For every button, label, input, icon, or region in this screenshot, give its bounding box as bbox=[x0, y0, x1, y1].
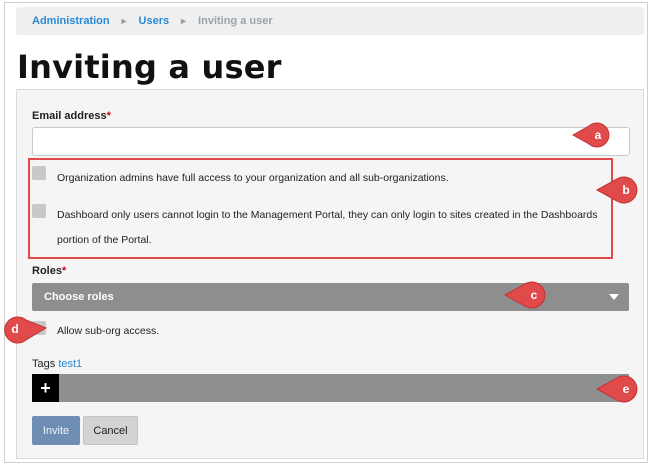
org-admin-checkbox-label: Organization admins have full access to … bbox=[57, 172, 449, 184]
breadcrumb-separator-icon: ► bbox=[179, 16, 189, 26]
callout-a-marker: a bbox=[571, 122, 613, 148]
add-tag-button[interactable]: + bbox=[32, 374, 59, 402]
org-admin-checkbox[interactable] bbox=[32, 166, 46, 180]
callout-b-marker: b bbox=[595, 175, 641, 205]
page-title: Inviting a user bbox=[17, 48, 282, 86]
caret-down-icon bbox=[609, 294, 619, 300]
breadcrumb: Administration ► Users ► Inviting a user bbox=[16, 7, 644, 35]
tags-label-text: Tags bbox=[32, 358, 56, 370]
email-field[interactable] bbox=[32, 127, 630, 156]
tag-link[interactable]: test1 bbox=[58, 358, 82, 370]
required-mark: * bbox=[61, 265, 67, 277]
callout-a-label: a bbox=[594, 128, 602, 142]
callout-c-marker: c bbox=[503, 281, 549, 309]
breadcrumb-administration[interactable]: Administration bbox=[32, 15, 110, 27]
callout-c-label: c bbox=[530, 288, 538, 302]
callout-e-marker: e bbox=[595, 374, 643, 404]
callout-e-label: e bbox=[622, 382, 630, 396]
breadcrumb-current: Inviting a user bbox=[198, 15, 273, 27]
callout-b-label: b bbox=[622, 183, 630, 197]
dashboard-only-checkbox[interactable] bbox=[32, 204, 46, 218]
tags-label: Tags test1 bbox=[32, 358, 82, 370]
required-mark: * bbox=[106, 110, 111, 122]
roles-dropdown-value: Choose roles bbox=[44, 291, 114, 303]
breadcrumb-separator-icon: ► bbox=[119, 16, 129, 26]
email-label-text: Email address bbox=[32, 110, 107, 122]
roles-label-text: Roles bbox=[32, 265, 62, 277]
tags-input-bar[interactable]: + bbox=[32, 374, 629, 402]
breadcrumb-users[interactable]: Users bbox=[139, 15, 170, 27]
cancel-button[interactable]: Cancel bbox=[83, 416, 138, 445]
callout-d-label: d bbox=[11, 322, 19, 336]
sub-org-access-checkbox-label: Allow sub-org access. bbox=[57, 325, 160, 337]
email-label: Email address* bbox=[32, 110, 111, 122]
dashboard-only-checkbox-label-line2: portion of the Portal. bbox=[57, 234, 152, 246]
invite-button[interactable]: Invite bbox=[32, 416, 80, 445]
dashboard-only-checkbox-label-line1: Dashboard only users cannot login to the… bbox=[57, 209, 598, 221]
roles-label: Roles* bbox=[32, 265, 66, 277]
callout-d-marker: d bbox=[2, 316, 48, 344]
